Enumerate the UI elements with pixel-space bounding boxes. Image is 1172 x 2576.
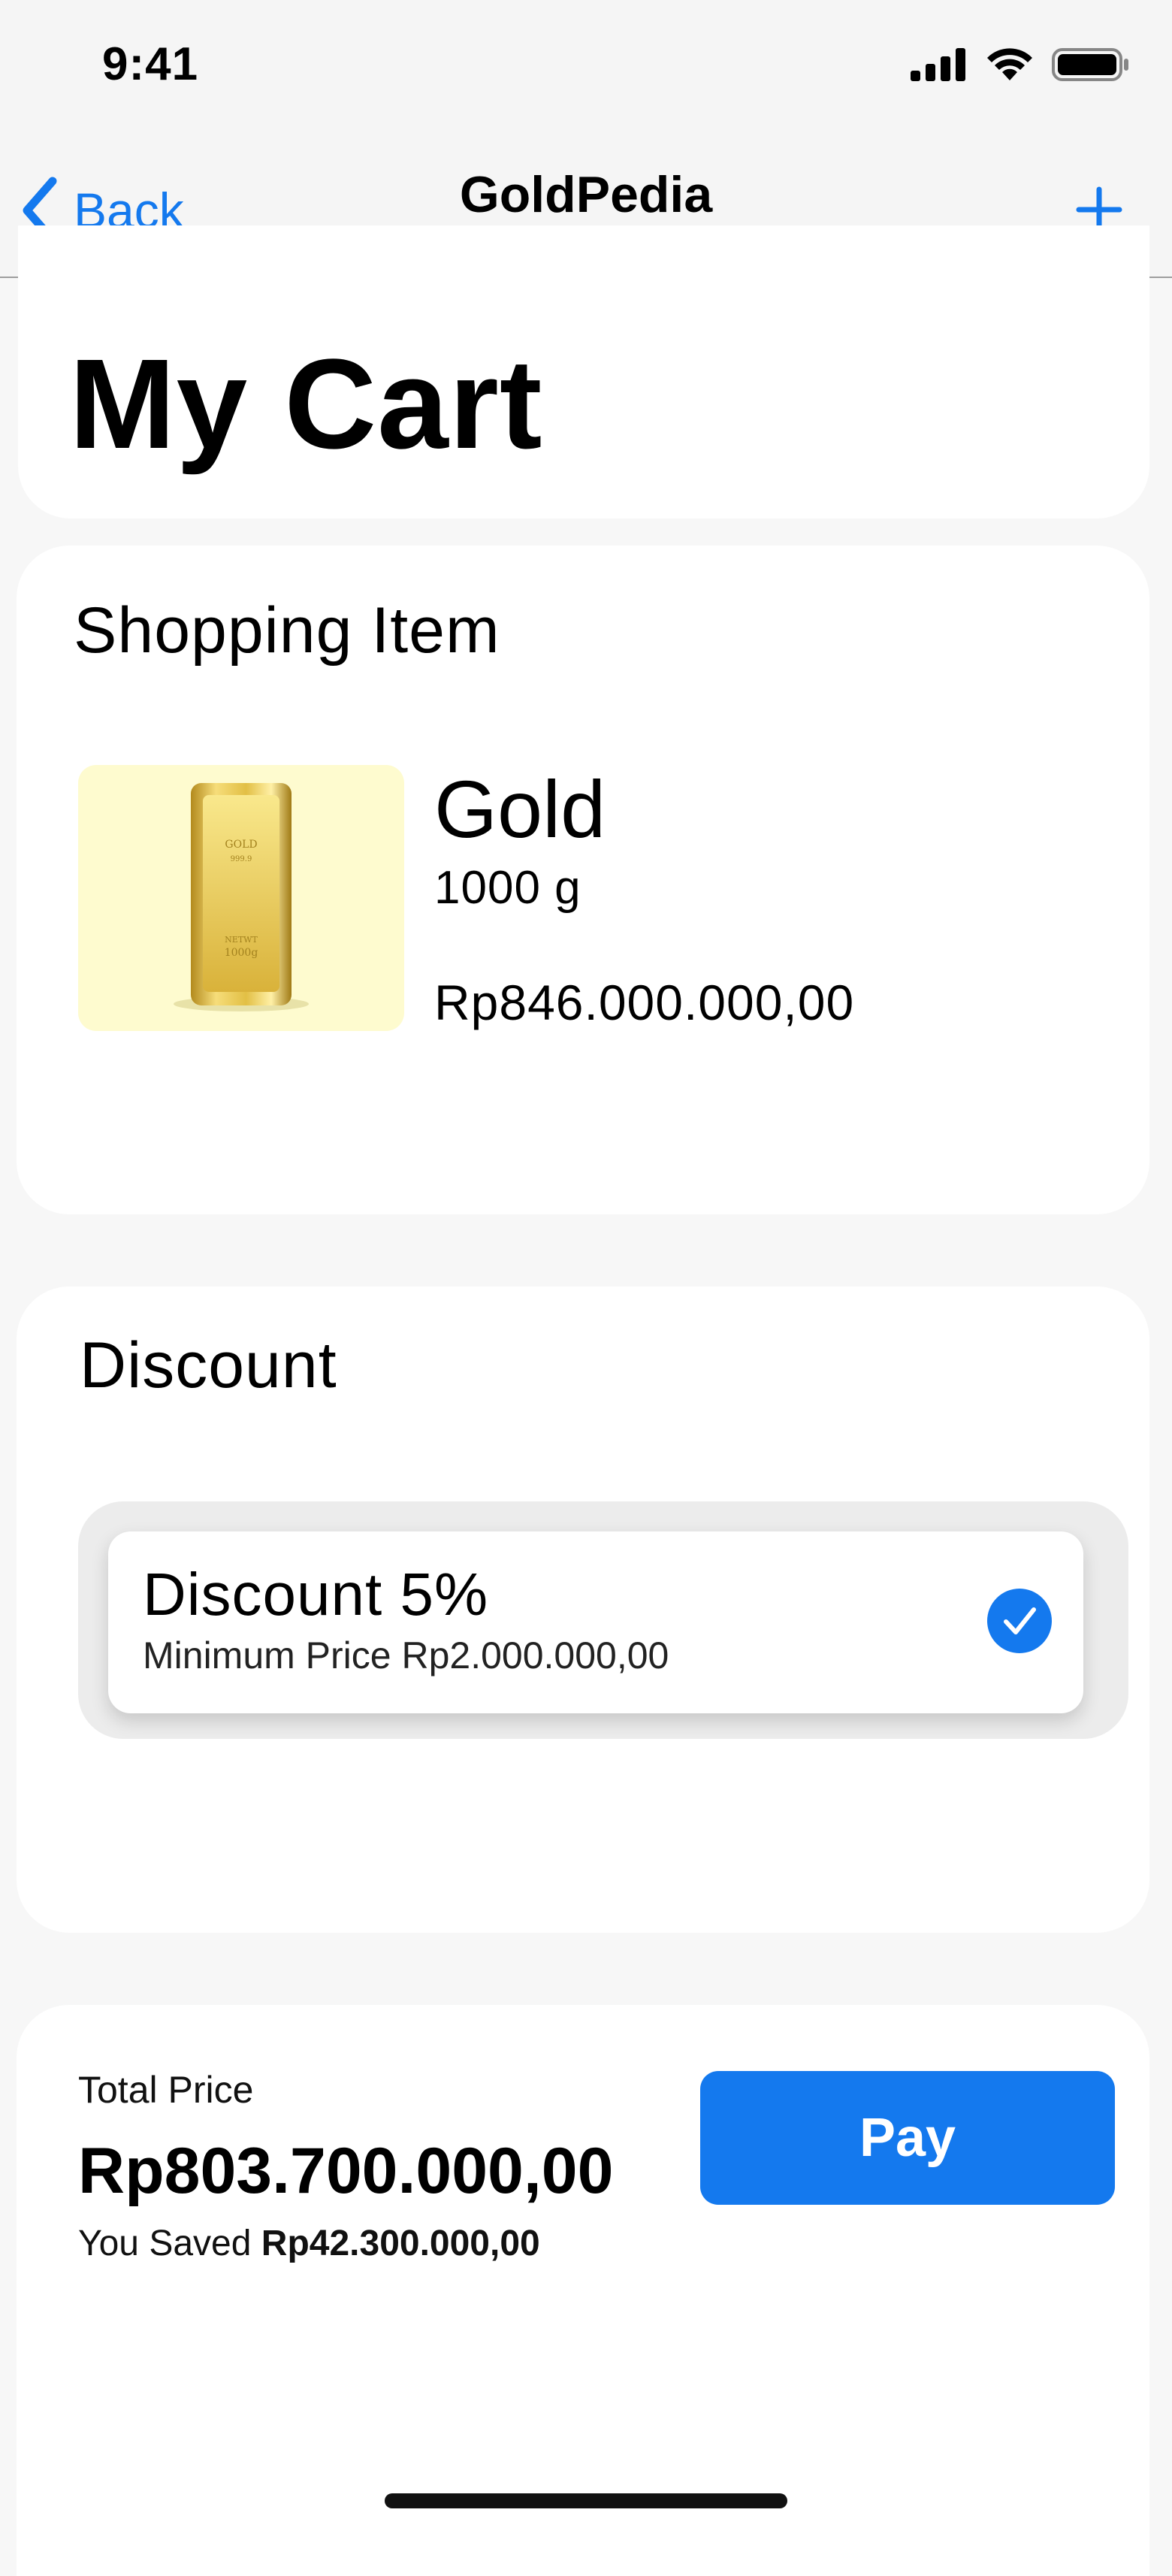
shopping-item-card: Shopping Item GOLD 999.9 NETWT 1000g Gol…: [17, 546, 1149, 1214]
total-label: Total Price: [78, 2069, 254, 2111]
discount-name: Discount 5%: [143, 1561, 489, 1628]
pay-button[interactable]: Pay: [700, 2071, 1115, 2205]
status-bar: 9:41: [0, 0, 1172, 143]
checkmark-icon[interactable]: [987, 1589, 1052, 1653]
signal-icon: [911, 48, 965, 81]
item-weight: 1000 g: [434, 862, 581, 914]
svg-text:GOLD: GOLD: [225, 839, 257, 851]
page-title: My Cart: [69, 333, 543, 476]
status-icons: [911, 47, 1130, 83]
svg-text:1000g: 1000g: [225, 947, 258, 959]
saved-value: Rp42.300.000,00: [261, 2224, 540, 2263]
shopping-section-title: Shopping Item: [74, 594, 500, 667]
svg-text:NETWT: NETWT: [225, 935, 258, 945]
battery-icon: [1052, 48, 1128, 81]
saved-line: You Saved Rp42.300.000,00: [78, 2223, 540, 2264]
status-time: 9:41: [102, 38, 199, 90]
home-indicator[interactable]: [385, 2493, 787, 2508]
discount-option[interactable]: Discount 5% Minimum Price Rp2.000.000,00: [108, 1531, 1083, 1713]
discount-minimum: Minimum Price Rp2.000.000,00: [143, 1634, 669, 1677]
title-card: My Cart: [18, 225, 1149, 519]
nav-title: GoldPedia: [459, 166, 713, 223]
discount-section-title: Discount: [80, 1329, 337, 1401]
item-price: Rp846.000.000,00: [434, 975, 855, 1030]
item-thumbnail[interactable]: GOLD 999.9 NETWT 1000g: [78, 765, 404, 1031]
gold-bar-image: GOLD 999.9 NETWT 1000g: [174, 783, 309, 1011]
discount-list: Discount 5% Minimum Price Rp2.000.000,00: [78, 1501, 1128, 1739]
total-card: Total Price Rp803.700.000,00 You Saved R…: [17, 2005, 1149, 2576]
item-name: Gold: [434, 763, 606, 854]
saved-label: You Saved: [78, 2224, 252, 2263]
total-value: Rp803.700.000,00: [78, 2135, 614, 2207]
svg-text:999.9: 999.9: [231, 855, 252, 863]
wifi-icon: [987, 48, 1032, 80]
discount-card: Discount Discount 5% Minimum Price Rp2.0…: [17, 1286, 1149, 1933]
